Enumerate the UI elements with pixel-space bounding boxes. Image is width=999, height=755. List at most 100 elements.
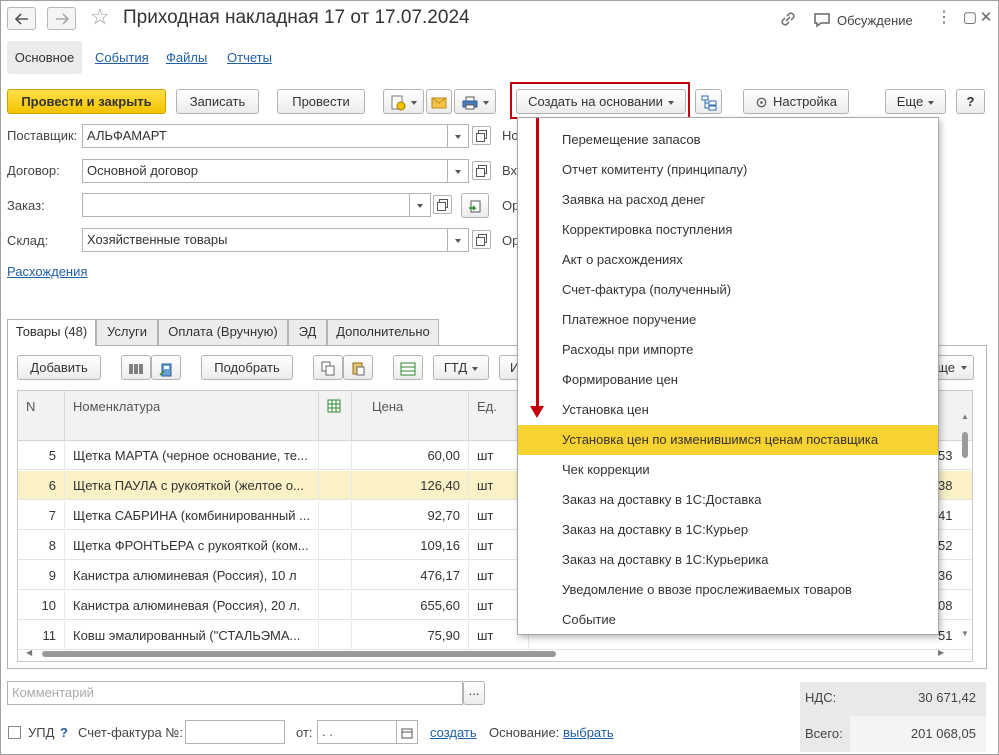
menu-item[interactable]: Акт о расхождениях	[518, 245, 938, 275]
cell-marker[interactable]	[319, 471, 352, 500]
add-row-button[interactable]: Добавить	[17, 355, 101, 380]
tab-services[interactable]: Услуги	[96, 319, 158, 345]
cell-nomenclature[interactable]: Щетка ПАУЛА с рукояткой (желтое о...	[65, 471, 319, 500]
post-button[interactable]: Провести	[277, 89, 365, 114]
menu-item[interactable]: Установка цен	[518, 395, 938, 425]
scroll-up-icon[interactable]: ▲	[961, 412, 969, 421]
warehouse-field[interactable]: Хозяйственные товары	[82, 228, 448, 252]
create-invoice-link[interactable]: создать	[430, 725, 477, 740]
horizontal-scrollbar[interactable]: ◀ ▶	[26, 648, 951, 660]
attach-dropdown-button[interactable]	[383, 89, 424, 114]
cell-price[interactable]: 109,16	[352, 531, 469, 560]
invoice-date-field[interactable]: . .	[317, 720, 397, 744]
cell-price[interactable]: 476,17	[352, 561, 469, 590]
vertical-scroll-thumb[interactable]	[962, 432, 968, 458]
order-field[interactable]	[82, 193, 410, 217]
pick-button[interactable]: Подобрать	[201, 355, 293, 380]
link-icon[interactable]	[778, 9, 800, 29]
column-price[interactable]: Цена	[352, 391, 469, 441]
tab-main[interactable]: Основное	[7, 41, 82, 74]
print-dropdown-button[interactable]	[454, 89, 496, 114]
column-marker[interactable]	[319, 391, 352, 441]
column-n[interactable]: N	[18, 391, 65, 441]
tab-payment[interactable]: Оплата (Вручную)	[158, 319, 288, 345]
cell-price[interactable]: 60,00	[352, 441, 469, 470]
cell-price[interactable]: 92,70	[352, 501, 469, 530]
choose-basis-link[interactable]: выбрать	[563, 725, 614, 740]
horizontal-scroll-thumb[interactable]	[42, 651, 556, 657]
warehouse-open-icon[interactable]	[472, 230, 491, 249]
cell-marker[interactable]	[319, 591, 352, 620]
barcode-button[interactable]	[121, 355, 151, 380]
favorite-star-icon[interactable]: ☆	[90, 4, 110, 30]
menu-item[interactable]: Установка цен по изменившимся ценам пост…	[518, 425, 938, 455]
menu-item[interactable]: Заказ на доставку в 1С:Доставка	[518, 485, 938, 515]
menu-item[interactable]: Расходы при импорте	[518, 335, 938, 365]
cell-marker[interactable]	[319, 531, 352, 560]
more-vertical-icon[interactable]: ⋮	[936, 10, 952, 26]
tab-reports[interactable]: Отчеты	[227, 41, 272, 74]
upd-checkbox[interactable]	[8, 726, 21, 739]
menu-item[interactable]: Заявка на расход денег	[518, 185, 938, 215]
copy-button[interactable]	[313, 355, 343, 380]
discrepancies-link[interactable]: Расхождения	[7, 264, 87, 279]
order-open-icon[interactable]	[433, 195, 452, 214]
cell-n[interactable]: 5	[18, 441, 65, 470]
tab-additional[interactable]: Дополнительно	[327, 319, 439, 345]
table-view-button[interactable]	[393, 355, 423, 380]
close-icon[interactable]: ✕	[978, 9, 994, 27]
scanner-button[interactable]	[151, 355, 181, 380]
tab-events[interactable]: События	[95, 41, 149, 74]
scroll-left-icon[interactable]: ◀	[26, 648, 32, 657]
calendar-button[interactable]	[397, 720, 418, 744]
column-nomenclature[interactable]: Номенклатура	[65, 391, 319, 441]
more-button[interactable]: Еще	[885, 89, 946, 114]
menu-item[interactable]: Перемещение запасов	[518, 125, 938, 155]
cell-nomenclature[interactable]: Щетка ФРОНТЬЕРА с рукояткой (ком...	[65, 531, 319, 560]
cell-nomenclature[interactable]: Щетка МАРТА (черное основание, те...	[65, 441, 319, 470]
contract-dropdown[interactable]	[448, 159, 469, 183]
help-button[interactable]: ?	[956, 89, 985, 114]
back-button[interactable]	[7, 7, 36, 30]
paste-button[interactable]	[343, 355, 373, 380]
menu-item[interactable]: Платежное поручение	[518, 305, 938, 335]
forward-button[interactable]	[47, 7, 76, 30]
supplier-open-icon[interactable]	[472, 126, 491, 145]
minimize-icon[interactable]: ▢	[962, 9, 978, 27]
save-button[interactable]: Записать	[176, 89, 259, 114]
discussion-button[interactable]: Обсуждение	[813, 9, 913, 31]
menu-item[interactable]: Формирование цен	[518, 365, 938, 395]
cell-price[interactable]: 126,40	[352, 471, 469, 500]
menu-item[interactable]: Заказ на доставку в 1С:Курьерика	[518, 545, 938, 575]
tab-goods[interactable]: Товары (48)	[7, 319, 96, 346]
menu-item[interactable]: Отчет комитенту (принципалу)	[518, 155, 938, 185]
contract-open-icon[interactable]	[472, 161, 491, 180]
cell-n[interactable]: 11	[18, 621, 65, 650]
cell-n[interactable]: 7	[18, 501, 65, 530]
invoice-number-field[interactable]	[185, 720, 285, 744]
cell-nomenclature[interactable]: Канистра алюминевая (Россия), 20 л.	[65, 591, 319, 620]
warehouse-dropdown[interactable]	[448, 228, 469, 252]
tab-ed[interactable]: ЭД	[288, 319, 327, 345]
order-fill-button[interactable]	[461, 193, 489, 218]
supplier-dropdown[interactable]	[448, 124, 469, 148]
upd-help-icon[interactable]: ?	[60, 725, 68, 740]
order-dropdown[interactable]	[410, 193, 431, 217]
comment-expand-button[interactable]: ...	[463, 681, 485, 705]
cell-marker[interactable]	[319, 501, 352, 530]
cell-marker[interactable]	[319, 561, 352, 590]
vertical-scrollbar[interactable]: ▲ ▼	[958, 412, 972, 642]
post-and-close-button[interactable]: Провести и закрыть	[7, 89, 166, 114]
cell-n[interactable]: 9	[18, 561, 65, 590]
cell-price[interactable]: 75,90	[352, 621, 469, 650]
cell-nomenclature[interactable]: Канистра алюминевая (Россия), 10 л	[65, 561, 319, 590]
cell-n[interactable]: 8	[18, 531, 65, 560]
gtd-dropdown-button[interactable]: ГТД	[433, 355, 489, 380]
scroll-right-icon[interactable]: ▶	[938, 648, 944, 657]
cell-nomenclature[interactable]: Щетка САБРИНА (комбинированный ...	[65, 501, 319, 530]
menu-item[interactable]: Счет-фактура (полученный)	[518, 275, 938, 305]
cell-price[interactable]: 655,60	[352, 591, 469, 620]
cell-marker[interactable]	[319, 441, 352, 470]
menu-item[interactable]: Событие	[518, 605, 938, 634]
comment-field[interactable]: Комментарий	[7, 681, 463, 705]
